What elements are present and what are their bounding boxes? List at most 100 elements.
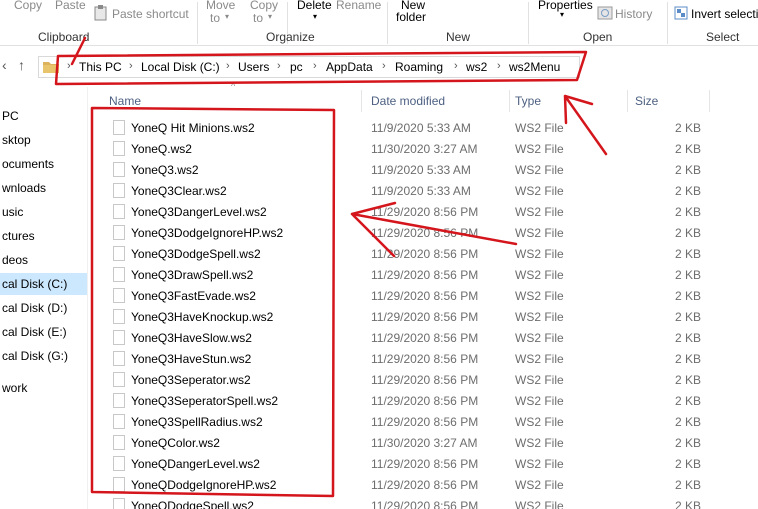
- file-name: YoneQ3DodgeSpell.ws2: [131, 247, 261, 261]
- file-icon: [113, 183, 125, 198]
- breadcrumb-users[interactable]: Users: [238, 60, 269, 74]
- new-folder-button-line2[interactable]: folder: [396, 10, 426, 24]
- sidebar-item-local-disk-d[interactable]: cal Disk (D:): [0, 297, 87, 319]
- file-type: WS2 File: [515, 247, 564, 261]
- sidebar-item-local-disk-g[interactable]: cal Disk (G:): [0, 345, 87, 367]
- breadcrumb-ws2menu[interactable]: ws2Menu: [509, 60, 560, 74]
- file-row[interactable]: YoneQ3HaveStun.ws2 11/29/2020 8:56 PM WS2 …: [89, 348, 758, 369]
- breadcrumb-separator: ›: [67, 60, 71, 72]
- address-bar[interactable]: › This PC › Local Disk (C:) › Users › pc…: [38, 56, 580, 78]
- file-type: WS2 File: [515, 184, 564, 198]
- file-row[interactable]: YoneQDodgeSpell.ws2 11/29/2020 8:56 PM WS2…: [89, 495, 758, 509]
- file-row[interactable]: YoneQ3DrawSpell.ws2 11/29/2020 8:56 PM WS2…: [89, 264, 758, 285]
- group-select-label: Select: [706, 30, 740, 44]
- file-row[interactable]: YoneQDodgeIgnoreHP.ws2 11/29/2020 8:56 PM…: [89, 474, 758, 495]
- file-name: YoneQ.ws2: [131, 142, 192, 156]
- file-row[interactable]: YoneQColor.ws2 11/30/2020 3:27 AM WS2 File…: [89, 432, 758, 453]
- column-header-type[interactable]: Type: [515, 94, 541, 108]
- sidebar-item-videos[interactable]: deos: [0, 249, 87, 271]
- sidebar-item-this-pc[interactable]: PC: [0, 105, 87, 127]
- column-divider[interactable]: [709, 90, 710, 112]
- file-date-modified: 11/29/2020 8:56 PM: [371, 394, 479, 408]
- file-date-modified: 11/29/2020 8:56 PM: [371, 205, 479, 219]
- history-button[interactable]: History: [615, 7, 652, 21]
- paste-button[interactable]: Paste: [55, 0, 86, 12]
- sidebar-item-music[interactable]: usic: [0, 201, 87, 223]
- file-row[interactable]: YoneQ3DodgeSpell.ws2 11/29/2020 8:56 PM WS…: [89, 243, 758, 264]
- file-icon: [113, 414, 125, 429]
- sidebar-item-pictures[interactable]: ctures: [0, 225, 87, 247]
- file-row[interactable]: YoneQ3Seperator.ws2 11/29/2020 8:56 PM WS2…: [89, 369, 758, 390]
- column-header-name[interactable]: Name: [109, 94, 141, 108]
- file-date-modified: 11/29/2020 8:56 PM: [371, 352, 479, 366]
- file-icon: [113, 351, 125, 366]
- group-clipboard-label: Clipboard: [38, 30, 90, 44]
- sidebar-item-documents[interactable]: ocuments: [0, 153, 87, 175]
- breadcrumb-ws2[interactable]: ws2: [466, 60, 487, 74]
- breadcrumb-this-pc[interactable]: This PC: [79, 60, 122, 74]
- file-row[interactable]: YoneQ3DangerLevel.ws2 11/29/2020 8:56 PM W…: [89, 201, 758, 222]
- file-icon: [113, 498, 125, 509]
- file-icon: [113, 141, 125, 156]
- file-row[interactable]: YoneQ3FastEvade.ws2 11/29/2020 8:56 PM WS2…: [89, 285, 758, 306]
- ribbon-divider: [528, 2, 529, 44]
- file-date-modified: 11/29/2020 8:56 PM: [371, 499, 479, 509]
- paste-shortcut-button[interactable]: Paste shortcut: [112, 7, 189, 21]
- rename-button[interactable]: Rename: [336, 0, 381, 12]
- file-size: 2 KB: [674, 163, 701, 177]
- breadcrumb-pc[interactable]: pc: [290, 60, 303, 74]
- file-size: 2 KB: [674, 121, 701, 135]
- file-name: YoneQ3HaveStun.ws2: [131, 352, 252, 366]
- file-size: 2 KB: [674, 457, 701, 471]
- file-row[interactable]: YoneQ3.ws2 11/9/2020 5:33 AM WS2 File 2 KB: [89, 159, 758, 180]
- up-arrow-icon[interactable]: ↑: [18, 57, 25, 73]
- back-icon[interactable]: ‹: [2, 57, 7, 73]
- file-name: YoneQ3.ws2: [131, 163, 199, 177]
- file-row[interactable]: YoneQDangerLevel.ws2 11/29/2020 8:56 PM WS…: [89, 453, 758, 474]
- file-row[interactable]: YoneQ.ws2 11/30/2020 3:27 AM WS2 File 2 KB: [89, 138, 758, 159]
- file-row[interactable]: YoneQ3SpellRadius.ws2 11/29/2020 8:56 PM W…: [89, 411, 758, 432]
- properties-button[interactable]: Properties: [538, 0, 593, 12]
- sidebar-item-downloads[interactable]: wnloads: [0, 177, 87, 199]
- file-size: 2 KB: [674, 436, 701, 450]
- sidebar-item-network[interactable]: work: [0, 377, 87, 399]
- column-header-date-modified[interactable]: Date modified: [371, 94, 445, 108]
- column-divider[interactable]: [627, 90, 628, 112]
- file-row[interactable]: YoneQ Hit Minions.ws2 11/9/2020 5:33 AM WS…: [89, 117, 758, 138]
- breadcrumb-local-disk-c[interactable]: Local Disk (C:): [141, 60, 220, 74]
- file-icon: [113, 456, 125, 471]
- file-icon: [113, 435, 125, 450]
- file-date-modified: 11/9/2020 5:33 AM: [371, 121, 471, 135]
- invert-selection-button[interactable]: Invert selection: [691, 7, 758, 21]
- file-row[interactable]: YoneQ3DodgeIgnoreHP.ws2 11/29/2020 8:56 P…: [89, 222, 758, 243]
- sidebar-item-local-disk-e[interactable]: cal Disk (E:): [0, 321, 87, 343]
- file-date-modified: 11/9/2020 5:33 AM: [371, 163, 471, 177]
- sidebar-item-desktop[interactable]: sktop: [0, 129, 87, 151]
- file-icon: [113, 288, 125, 303]
- file-type: WS2 File: [515, 352, 564, 366]
- sidebar-item-local-disk-c[interactable]: cal Disk (C:): [0, 273, 87, 295]
- file-name: YoneQ3DodgeIgnoreHP.ws2: [131, 226, 284, 240]
- file-date-modified: 11/29/2020 8:56 PM: [371, 310, 479, 324]
- file-row[interactable]: YoneQ3HaveSlow.ws2 11/29/2020 8:56 PM WS2 …: [89, 327, 758, 348]
- file-row[interactable]: YoneQ3SeperatorSpell.ws2 11/29/2020 8:56 …: [89, 390, 758, 411]
- copy-to-sub-label: to: [253, 11, 264, 25]
- column-divider[interactable]: [361, 90, 362, 112]
- file-icon: [113, 330, 125, 345]
- delete-button[interactable]: Delete: [297, 0, 332, 12]
- column-divider[interactable]: [509, 90, 510, 112]
- navigation-pane: PC sktop ocuments wnloads usic ctures de…: [0, 87, 88, 509]
- file-row[interactable]: YoneQ3HaveKnockup.ws2 11/29/2020 8:56 PM W…: [89, 306, 758, 327]
- file-type: WS2 File: [515, 331, 564, 345]
- file-size: 2 KB: [674, 499, 701, 509]
- file-name: YoneQDodgeSpell.ws2: [131, 499, 254, 509]
- column-header-size[interactable]: Size: [635, 94, 658, 108]
- copy-button[interactable]: Copy: [14, 0, 42, 12]
- breadcrumb-appdata[interactable]: AppData: [326, 60, 373, 74]
- breadcrumb-roaming[interactable]: Roaming: [395, 60, 443, 74]
- breadcrumb-separator: ›: [226, 60, 230, 72]
- file-icon: [113, 477, 125, 492]
- chevron-down-icon: ▾: [560, 10, 565, 19]
- file-row[interactable]: YoneQ3Clear.ws2 11/9/2020 5:33 AM WS2 File…: [89, 180, 758, 201]
- file-icon: [113, 204, 125, 219]
